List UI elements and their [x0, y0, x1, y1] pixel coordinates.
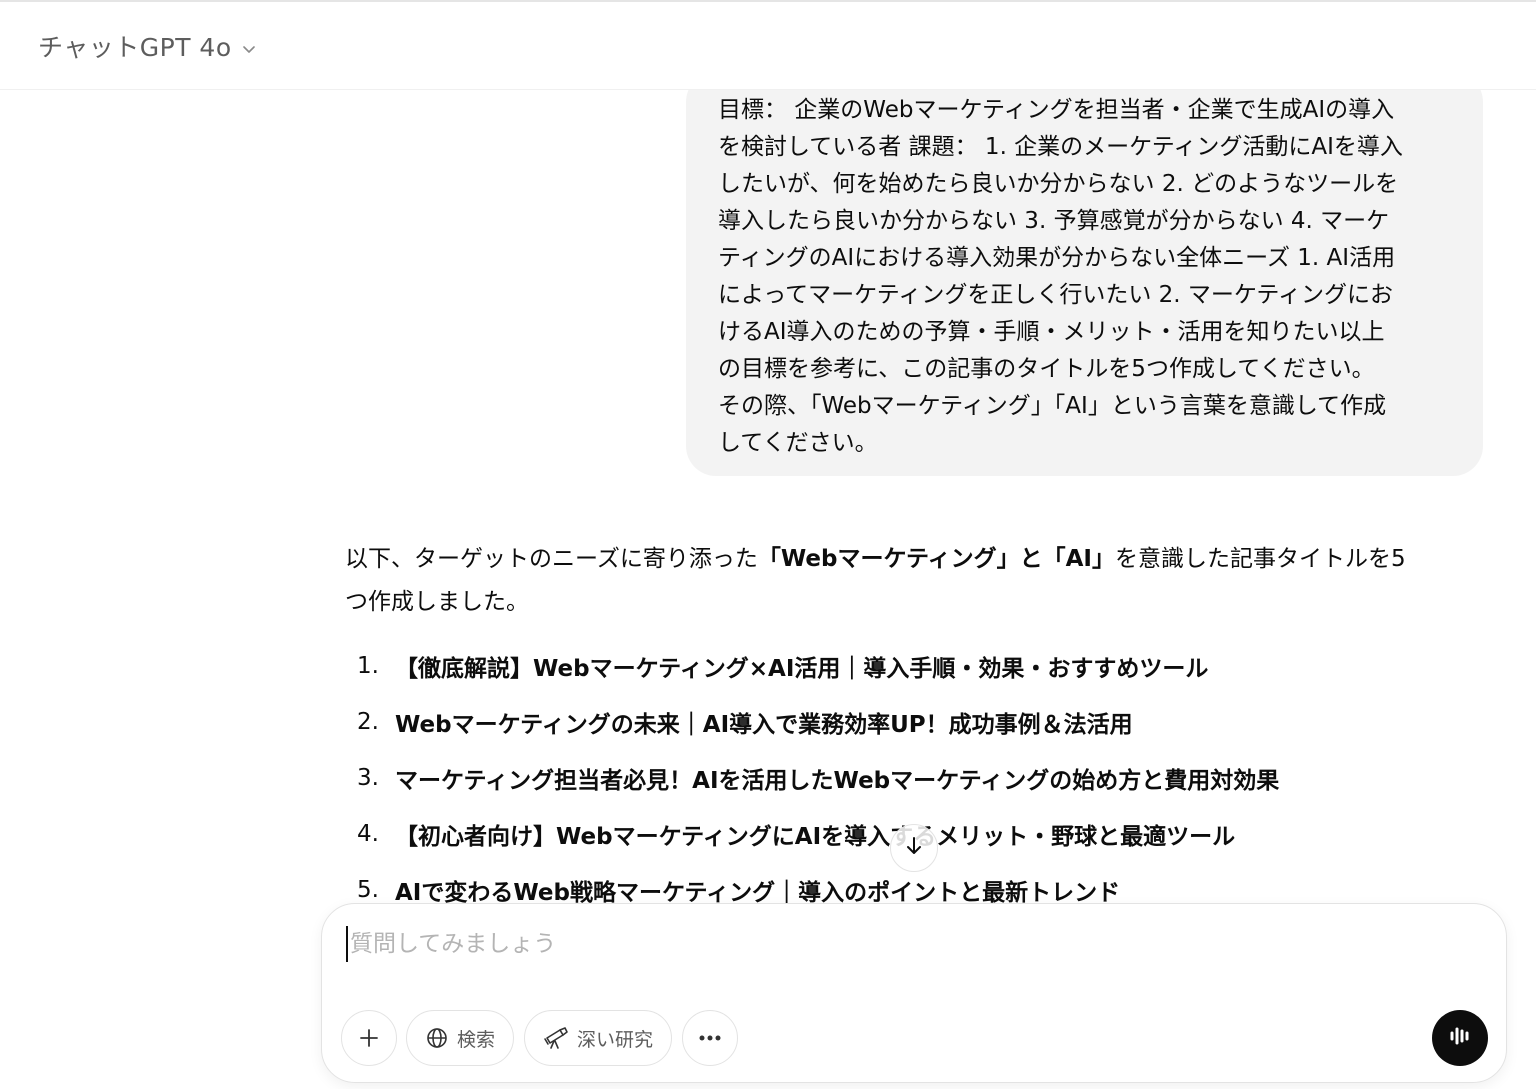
user-message-line: 導入したら良いか分からない 3. 予算感覚が分からない 4. マーケ [718, 208, 1390, 234]
ellipsis-icon [697, 1034, 723, 1042]
intro-text: 以下、ターゲットのニーズに寄り添った [345, 546, 758, 572]
model-selector[interactable]: チャットGPT 4o [38, 28, 256, 64]
list-item-title: 【初心者向け】WebマーケティングにAIを導入するメリット・野球と最適ツール [395, 824, 1236, 850]
list-item-number: 2. [357, 709, 379, 735]
user-message-line: 目標： 企業のWebマーケティングを担当者・企業で生成AIの導入 [718, 97, 1395, 123]
list-item-number: 4. [357, 821, 379, 847]
user-message-line: を検討している者 課題： 1. 企業のメーケティング活動にAIを導入 [718, 134, 1403, 160]
deep-research-button[interactable]: 深い研究 [524, 1010, 672, 1066]
list-item-title: 【徹底解説】Webマーケティング×AI活用｜導入手順・効果・おすすめツール [395, 656, 1209, 682]
globe-icon [425, 1026, 449, 1050]
intro-text-continued: を意識した記事タイトルを5 [1115, 546, 1406, 572]
list-item: 3. マーケティング担当者必見！AIを活用したWebマーケティングの始め方と費用… [345, 750, 1485, 806]
add-attachment-button[interactable] [341, 1010, 397, 1066]
deep-research-button-label: 深い研究 [576, 1028, 653, 1051]
intro-text-line2: つ作成しました。 [345, 589, 529, 615]
search-button-label: 検索 [456, 1028, 495, 1051]
list-item: 1. 【徹底解説】Webマーケティング×AI活用｜導入手順・効果・おすすめツール [345, 638, 1485, 694]
voice-mode-button[interactable] [1432, 1010, 1488, 1066]
top-bar: チャットGPT 4o [0, 2, 1536, 90]
model-name: チャットGPT 4o [38, 33, 232, 62]
user-message-line: けるAI導入のための予算・手順・メリット・活用を知りたい以上 [718, 319, 1385, 345]
list-item-title: Webマーケティングの未来｜AI導入で業務効率UP！成功事例＆法活用 [395, 712, 1133, 738]
user-message-line: その際、「Webマーケティング」「AI」という言葉を意識して作成 [718, 393, 1387, 419]
user-message-line: によってマーケティングを正しく行いたい 2. マーケティングにお [718, 282, 1394, 308]
message-input[interactable] [346, 926, 1446, 962]
chevron-down-icon [242, 41, 256, 55]
list-item-number: 3. [357, 765, 379, 791]
intro-bold-keywords: 「Webマーケティング」と「AI」 [757, 546, 1115, 572]
user-message-line: ティングのAIにおける導入効果が分からない全体ニーズ 1. AI活用 [718, 245, 1396, 271]
telescope-icon [543, 1026, 569, 1050]
user-message-bubble: 目標： 企業のWebマーケティングを担当者・企業で生成AIの導入 を検討している… [686, 72, 1483, 476]
voice-waveform-icon [1447, 1023, 1473, 1053]
assistant-intro: 以下、ターゲットのニーズに寄り添った「Webマーケティング」と「AI」を意識した… [345, 538, 1485, 624]
search-button[interactable]: 検索 [406, 1010, 514, 1066]
arrow-down-icon [902, 834, 926, 862]
list-item-number: 1. [357, 653, 379, 679]
user-message-line: してください。 [718, 430, 878, 456]
plus-icon [358, 1027, 380, 1049]
list-item: 2. Webマーケティングの未来｜AI導入で業務効率UP！成功事例＆法活用 [345, 694, 1485, 750]
more-tools-button[interactable] [682, 1010, 738, 1066]
title-list: 1. 【徹底解説】Webマーケティング×AI活用｜導入手順・効果・おすすめツール… [345, 638, 1485, 918]
list-item-number: 5. [357, 877, 379, 903]
user-message-line: の目標を参考に、この記事のタイトルを5つ作成してください。 [718, 356, 1375, 382]
user-message-line: したいが、何を始めたら良いか分からない 2. どのようなツールを [718, 171, 1399, 197]
chat-page: チャットGPT 4o 目標： 企業のWebマーケティングを担当者・企業で生成AI… [0, 0, 1536, 1089]
scroll-to-bottom-button[interactable] [890, 824, 938, 872]
list-item-title: AIで変わるWeb戦略マーケティング｜導入のポイントと最新トレンド [395, 880, 1121, 906]
list-item-title: マーケティング担当者必見！AIを活用したWebマーケティングの始め方と費用対効果 [395, 768, 1280, 794]
message-composer: 検索 深い研究 [321, 903, 1507, 1083]
